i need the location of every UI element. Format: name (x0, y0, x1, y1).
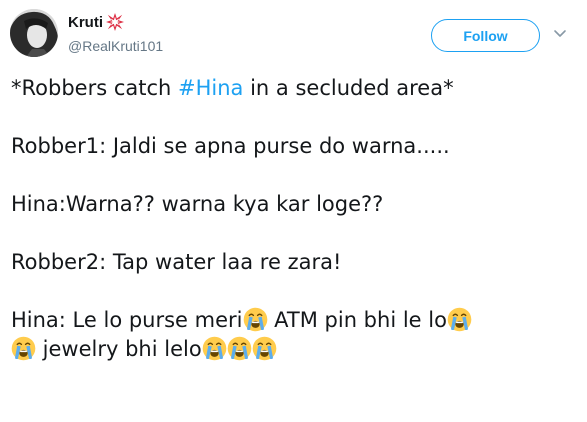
loudly-crying-face-icon (447, 307, 472, 332)
tweet-line: Hina: Le lo purse meri ATM pin bhi le lo (11, 306, 577, 335)
chevron-down-icon[interactable] (553, 26, 567, 40)
loudly-crying-face-icon (227, 336, 252, 361)
tweet-text-segment: *Robbers catch (11, 76, 179, 100)
tweet-text-segment: ATM pin bhi le lo (267, 308, 447, 332)
tweet-text-segment: in a secluded area* (243, 76, 454, 100)
author-name-row[interactable]: Kruti (68, 13, 124, 31)
loudly-crying-face-icon (252, 336, 277, 361)
tweet-line: jewelry bhi lelo (11, 335, 577, 364)
follow-button[interactable]: Follow (431, 19, 540, 52)
tweet-card: Kruti @RealKruti101 Follow *Robbers catc… (0, 0, 587, 422)
tweet-line: Hina:Warna?? warna kya kar loge?? (11, 192, 384, 216)
tweet-line: *Robbers catch #Hina in a secluded area* (11, 74, 577, 103)
tweet-line: Robber2: Tap water laa re zara! (11, 250, 342, 274)
tweet-line: Robber1: Jaldi se apna purse do warna...… (11, 134, 450, 158)
avatar-photo (10, 9, 58, 57)
loudly-crying-face-icon (243, 307, 268, 332)
author-handle[interactable]: @RealKruti101 (68, 38, 163, 54)
tweet-text: *Robbers catch #Hina in a secluded area*… (11, 74, 577, 364)
author-name[interactable]: Kruti (68, 14, 103, 31)
avatar[interactable] (10, 9, 58, 57)
tweet-text-segment: jewelry bhi lelo (36, 337, 202, 361)
explosion-icon (106, 13, 124, 31)
hashtag-link[interactable]: #Hina (178, 76, 243, 100)
tweet-text-segment: Hina: Le lo purse meri (11, 308, 243, 332)
loudly-crying-face-icon (11, 336, 36, 361)
loudly-crying-face-icon (202, 336, 227, 361)
